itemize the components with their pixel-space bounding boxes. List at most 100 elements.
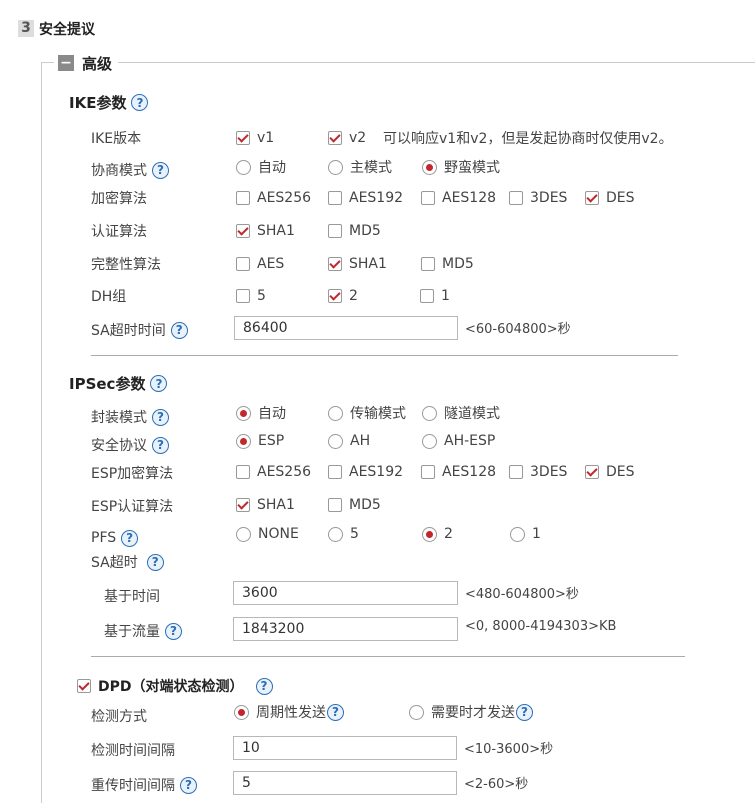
help-icon[interactable]: ?	[165, 622, 182, 640]
traffic-based-input[interactable]	[233, 617, 458, 641]
periodic-option[interactable]: 周期性发送 ?	[234, 702, 344, 722]
encap-auto-option[interactable]: 自动	[236, 403, 286, 423]
checkbox-icon[interactable]	[236, 289, 250, 303]
sa-timeout-input[interactable]	[234, 316, 458, 340]
proto-esp-option[interactable]: ESP	[236, 431, 284, 451]
radio-icon[interactable]	[236, 159, 251, 175]
radio-icon[interactable]	[236, 526, 251, 542]
on-demand-option[interactable]: 需要时才发送 ?	[409, 702, 533, 722]
esp-des-option[interactable]: DES	[585, 462, 635, 482]
auth-md5-option[interactable]: MD5	[328, 221, 381, 241]
sa-timeout-hint: <60-604800>秒	[465, 322, 571, 337]
checkbox-icon[interactable]	[236, 191, 250, 205]
dh-1-label: 1	[441, 288, 450, 304]
enc-des-option[interactable]: DES	[585, 188, 635, 208]
int-aes-option[interactable]: AES	[236, 254, 284, 274]
radio-icon[interactable]	[510, 526, 525, 542]
checkbox-icon[interactable]	[328, 224, 342, 238]
help-icon[interactable]: ?	[146, 553, 164, 571]
mode-aggressive-option[interactable]: 野蛮模式	[422, 157, 500, 177]
time-based-input[interactable]	[233, 581, 458, 605]
protocol-text: 安全协议	[91, 438, 147, 454]
detect-interval-input[interactable]	[233, 736, 457, 760]
help-icon[interactable]: ?	[255, 677, 273, 695]
checkbox-icon[interactable]	[236, 465, 250, 479]
help-icon[interactable]: ?	[131, 94, 149, 111]
pfs-1-option[interactable]: 1	[510, 524, 541, 544]
proto-ahesp-option[interactable]: AH-ESP	[422, 431, 495, 451]
esp-3des-option[interactable]: 3DES	[509, 462, 567, 482]
proto-ah-option[interactable]: AH	[328, 431, 370, 451]
checkbox-icon[interactable]	[421, 257, 435, 271]
checkbox-checked-icon[interactable]	[328, 257, 342, 271]
retry-interval-input[interactable]	[233, 771, 457, 795]
enc-aes192-option[interactable]: AES192	[328, 188, 403, 208]
checkbox-icon[interactable]	[421, 191, 435, 205]
checkbox-icon[interactable]	[420, 289, 434, 303]
help-icon[interactable]: ?	[152, 161, 169, 179]
help-icon[interactable]: ?	[121, 529, 139, 547]
help-icon[interactable]: ?	[516, 703, 533, 721]
collapse-icon[interactable]: −	[58, 55, 74, 71]
esp-md5-option[interactable]: MD5	[328, 495, 381, 515]
checkbox-checked-icon[interactable]	[585, 465, 599, 479]
time-based-label: 基于时间	[104, 589, 160, 605]
radio-icon[interactable]	[328, 159, 343, 175]
int-md5-option[interactable]: MD5	[421, 254, 474, 274]
checkbox-checked-icon[interactable]	[328, 289, 342, 303]
mode-auto-option[interactable]: 自动	[236, 157, 286, 177]
checkbox-icon[interactable]	[509, 465, 523, 479]
radio-selected-icon[interactable]	[422, 526, 437, 542]
radio-selected-icon[interactable]	[234, 704, 249, 720]
checkbox-icon[interactable]	[509, 191, 523, 205]
radio-selected-icon[interactable]	[422, 159, 437, 175]
checkbox-checked-icon[interactable]	[236, 498, 250, 512]
checkbox-icon[interactable]	[236, 257, 250, 271]
radio-icon[interactable]	[422, 405, 437, 421]
radio-icon[interactable]	[328, 526, 343, 542]
dh-1-option[interactable]: 1	[420, 286, 450, 306]
mode-main-option[interactable]: 主模式	[328, 157, 392, 177]
dh-5-option[interactable]: 5	[236, 286, 266, 306]
radio-selected-icon[interactable]	[236, 405, 251, 421]
esp-sha1-option[interactable]: SHA1	[236, 495, 295, 515]
enc-aes256-option[interactable]: AES256	[236, 188, 311, 208]
dpd-toggle[interactable]: DPD（对端状态检测） ?	[77, 676, 273, 696]
help-icon[interactable]: ?	[152, 408, 169, 426]
radio-selected-icon[interactable]	[236, 433, 251, 449]
ike-v1-option[interactable]: v1	[236, 128, 274, 148]
checkbox-icon[interactable]	[328, 465, 342, 479]
enc-3des-option[interactable]: 3DES	[509, 188, 567, 208]
help-icon[interactable]: ?	[327, 703, 344, 721]
checkbox-icon[interactable]	[328, 498, 342, 512]
radio-icon[interactable]	[422, 433, 437, 449]
help-icon[interactable]: ?	[150, 375, 168, 392]
pfs-none-option[interactable]: NONE	[236, 524, 299, 544]
advanced-legend[interactable]: − 高级	[54, 52, 119, 74]
esp-aes128-option[interactable]: AES128	[421, 462, 496, 482]
radio-icon[interactable]	[328, 433, 343, 449]
radio-icon[interactable]	[328, 405, 343, 421]
checkbox-icon[interactable]	[421, 465, 435, 479]
encap-transport-option[interactable]: 传输模式	[328, 403, 406, 423]
encap-tunnel-option[interactable]: 隧道模式	[422, 403, 500, 423]
checkbox-icon[interactable]	[328, 191, 342, 205]
pfs-2-option[interactable]: 2	[422, 524, 453, 544]
esp-aes192-option[interactable]: AES192	[328, 462, 403, 482]
checkbox-checked-icon[interactable]	[328, 131, 342, 145]
enc-aes128-option[interactable]: AES128	[421, 188, 496, 208]
checkbox-checked-icon[interactable]	[77, 679, 91, 693]
help-icon[interactable]: ?	[170, 321, 188, 339]
help-icon[interactable]: ?	[152, 436, 169, 454]
int-sha1-option[interactable]: SHA1	[328, 254, 387, 274]
checkbox-checked-icon[interactable]	[585, 191, 599, 205]
pfs-5-option[interactable]: 5	[328, 524, 359, 544]
checkbox-checked-icon[interactable]	[236, 224, 250, 238]
checkbox-checked-icon[interactable]	[236, 131, 250, 145]
ipsec-sa-timeout-label: SA超时 ?	[91, 552, 164, 572]
auth-sha1-option[interactable]: SHA1	[236, 221, 295, 241]
radio-icon[interactable]	[409, 704, 424, 720]
dh-2-option[interactable]: 2	[328, 286, 358, 306]
esp-aes256-option[interactable]: AES256	[236, 462, 311, 482]
ike-v2-option[interactable]: v2	[328, 128, 366, 148]
